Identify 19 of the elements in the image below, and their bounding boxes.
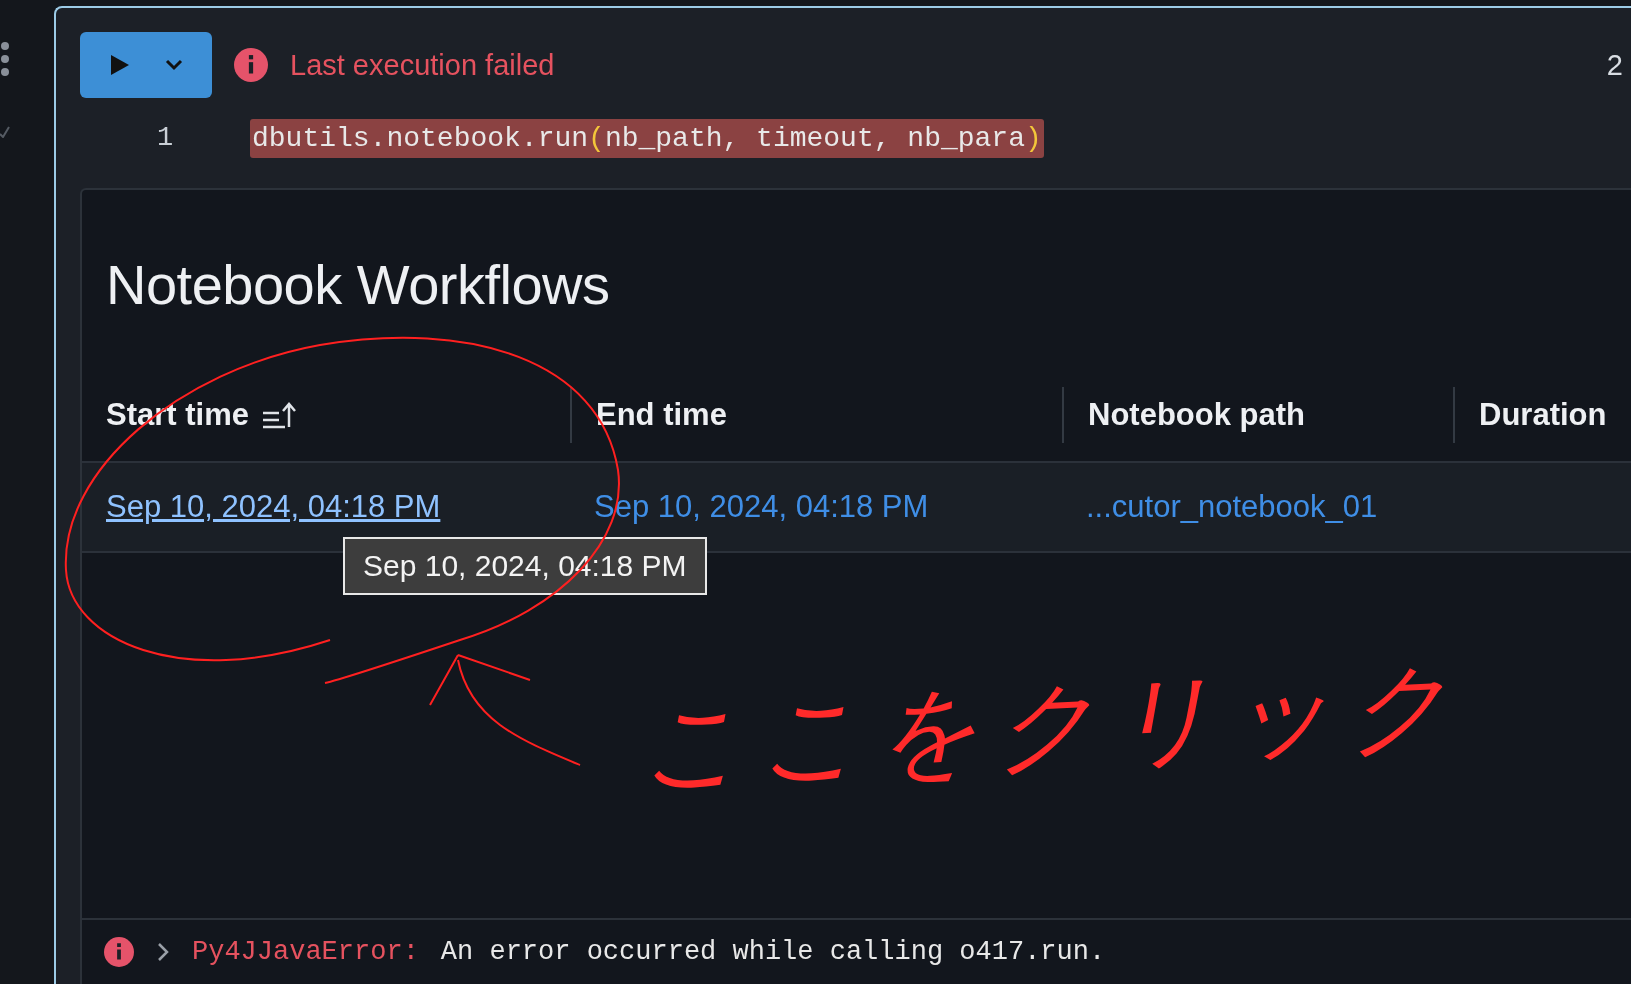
table-link[interactable]: ...cutor_notebook_01 — [1086, 489, 1378, 525]
error-message: An error occurred while calling o417.run. — [440, 937, 1106, 967]
chevron-down-icon — [165, 59, 183, 71]
column-header[interactable]: Duration — [1479, 397, 1607, 433]
play-icon — [109, 53, 131, 77]
run-button[interactable] — [80, 32, 212, 98]
results-title: Notebook Workflows — [106, 252, 611, 317]
handwritten-note: ここをクリック — [637, 644, 1469, 808]
error-icon — [234, 48, 268, 82]
table-link[interactable]: Sep 10, 2024, 04:18 PM — [106, 489, 441, 525]
line-number: 1 — [155, 123, 175, 153]
column-header[interactable]: Notebook path — [1088, 397, 1305, 433]
error-icon — [104, 937, 134, 967]
error-type: Py4JJavaError: — [192, 937, 419, 967]
check-icon — [0, 126, 10, 138]
execution-status: Last execution failed — [290, 48, 555, 82]
column-header[interactable]: End time — [596, 397, 727, 433]
cell-number: 2 — [1606, 48, 1624, 82]
chevron-right-icon[interactable] — [156, 942, 170, 962]
